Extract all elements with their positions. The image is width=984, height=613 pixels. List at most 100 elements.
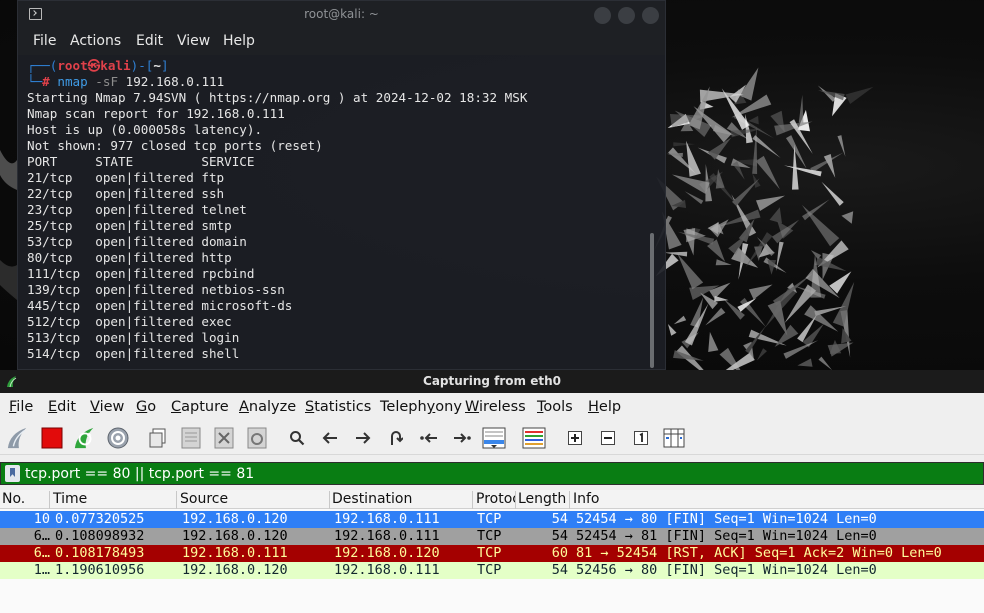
cell-destination: 192.168.0.120 xyxy=(334,545,440,561)
command-name: nmap xyxy=(57,74,88,89)
terminal-menu-help[interactable]: Help xyxy=(223,33,255,49)
colorize-icon[interactable] xyxy=(522,426,546,450)
column-header-info[interactable]: Info xyxy=(571,491,984,509)
terminal-menu-edit[interactable]: Edit xyxy=(136,33,163,49)
maximize-button[interactable] xyxy=(618,7,635,24)
wireshark-toolbar xyxy=(0,421,984,455)
cell-protocol: TCP xyxy=(477,511,502,527)
save-file-icon[interactable] xyxy=(179,426,203,450)
cell-time: 0.077320525 xyxy=(55,511,145,527)
start-capture-fin-icon[interactable] xyxy=(6,426,30,450)
normal-size-icon[interactable] xyxy=(629,426,653,450)
first-packet-icon[interactable] xyxy=(417,426,441,450)
terminal-output[interactable]: ┌──(root㉿kali)-[~] └─# nmap -sF 192.168.0… xyxy=(27,58,647,363)
cell-time: 0.108098932 xyxy=(55,528,145,544)
terminal-titlebar[interactable]: root@kali: ~ xyxy=(18,1,665,29)
prompt-dir: ~ xyxy=(153,58,161,73)
filter-bookmark-icon[interactable] xyxy=(5,465,20,482)
go-forward-arrow-icon[interactable] xyxy=(351,426,375,450)
cell-length: 60 xyxy=(551,545,568,561)
wireshark-window[interactable]: Capturing from eth0 File Edit View Go Ca… xyxy=(0,370,984,613)
wireshark-title: Capturing from eth0 xyxy=(423,374,561,388)
terminal-output-line: PORT STATE SERVICE xyxy=(27,154,255,169)
cell-source: 192.168.0.120 xyxy=(182,528,288,544)
restart-capture-icon[interactable] xyxy=(73,426,97,450)
autoscroll-icon[interactable] xyxy=(482,426,506,450)
terminal-output-line: 514/tcp open|filtered shell xyxy=(27,346,240,361)
cell-protocol: TCP xyxy=(477,528,502,544)
menu-wireless[interactable]: Wireless xyxy=(465,399,526,415)
reload-file-icon[interactable] xyxy=(245,426,269,450)
terminal-output-line: 139/tcp open|filtered netbios-ssn xyxy=(27,282,285,297)
menu-capture[interactable]: Capture xyxy=(171,399,229,415)
terminal-menu-view[interactable]: View xyxy=(177,33,210,49)
terminal-menu-file[interactable]: File xyxy=(33,33,56,49)
column-header-no[interactable]: No. xyxy=(0,491,50,509)
cell-source: 192.168.0.120 xyxy=(182,511,288,527)
packet-list[interactable]: No. Time Source Destination Protoc Lengt… xyxy=(0,490,984,613)
menu-telephony[interactable]: Telephyony xyxy=(380,399,462,415)
packet-row[interactable]: 1… 1.190610956 192.168.0.120 192.168.0.111 T… xyxy=(0,562,984,579)
stop-capture-icon[interactable] xyxy=(40,426,64,450)
cell-protocol: TCP xyxy=(477,545,502,561)
column-header-time[interactable]: Time xyxy=(51,491,177,509)
terminal-menu-actions[interactable]: Actions xyxy=(70,33,121,49)
terminal-menubar: File Actions Edit View Help xyxy=(18,29,665,55)
display-filter-input[interactable] xyxy=(25,463,965,484)
menu-help[interactable]: Help xyxy=(588,399,621,415)
menu-analyze[interactable]: Analyze xyxy=(239,399,296,415)
minimize-button[interactable] xyxy=(594,7,611,24)
cell-destination: 192.168.0.111 xyxy=(334,528,440,544)
cell-no: 6… xyxy=(33,528,50,544)
column-header-length[interactable]: Length xyxy=(516,491,570,509)
open-file-icon[interactable] xyxy=(146,426,170,450)
terminal-window[interactable]: root@kali: ~ File Actions Edit View Help… xyxy=(17,0,666,370)
go-to-packet-icon[interactable] xyxy=(384,426,408,450)
find-packet-search-icon[interactable] xyxy=(285,426,309,450)
menu-statistics[interactable]: Statistics xyxy=(305,399,371,415)
display-filter-bar xyxy=(0,462,984,485)
cell-info: 52454 → 81 [FIN] Seq=1 Win=1024 Len=0 xyxy=(576,528,877,544)
terminal-output-line: Host is up (0.000058s latency). xyxy=(27,122,263,137)
command-flag: -sF xyxy=(95,74,119,89)
cell-source: 192.168.0.111 xyxy=(182,545,288,561)
terminal-output-line: 25/tcp open|filtered smtp xyxy=(27,218,232,233)
cell-time: 0.108178493 xyxy=(55,545,145,561)
terminal-output-line: Starting Nmap 7.94SVN ( https://nmap.org… xyxy=(27,90,528,105)
cell-source: 192.168.0.120 xyxy=(182,562,288,578)
terminal-output-line: 111/tcp open|filtered rpcbind xyxy=(27,266,255,281)
menu-edit[interactable]: Edit xyxy=(48,399,76,415)
wireshark-titlebar[interactable]: Capturing from eth0 xyxy=(0,370,984,393)
packet-row[interactable]: 6… 0.108178493 192.168.0.111 192.168.0.120 T… xyxy=(0,545,984,562)
terminal-output-line: 21/tcp open|filtered ftp xyxy=(27,170,225,185)
terminal-output-line: Not shown: 977 closed tcp ports (reset) xyxy=(27,138,323,153)
terminal-title: root@kali: ~ xyxy=(304,7,379,21)
column-header-destination[interactable]: Destination xyxy=(330,491,473,509)
go-back-arrow-icon[interactable] xyxy=(318,426,342,450)
last-packet-icon[interactable] xyxy=(450,426,474,450)
cell-destination: 192.168.0.111 xyxy=(334,511,440,527)
terminal-output-line: 445/tcp open|filtered microsoft-ds xyxy=(27,298,293,313)
terminal-output-line: 513/tcp open|filtered login xyxy=(27,330,240,345)
menu-view[interactable]: View xyxy=(90,399,124,415)
capture-options-gear-icon[interactable] xyxy=(106,426,130,450)
resize-columns-icon[interactable] xyxy=(662,426,686,450)
packet-row[interactable]: 10 0.077320525 192.168.0.120 192.168.0.111 T… xyxy=(0,511,984,528)
column-header-source[interactable]: Source xyxy=(178,491,330,509)
menu-go[interactable]: Go xyxy=(136,399,156,415)
menu-file[interactable]: File xyxy=(9,399,33,415)
zoom-in-icon[interactable] xyxy=(563,426,587,450)
column-header-protocol[interactable]: Protoc xyxy=(474,491,516,509)
close-file-icon[interactable] xyxy=(212,426,236,450)
menu-tools[interactable]: Tools xyxy=(537,399,573,415)
close-button[interactable] xyxy=(642,7,659,24)
zoom-out-icon[interactable] xyxy=(596,426,620,450)
packet-row[interactable]: 6… 0.108098932 192.168.0.120 192.168.0.111 T… xyxy=(0,528,984,545)
wireshark-menubar: File Edit View Go Capture Analyze Statis… xyxy=(0,393,984,421)
cell-destination: 192.168.0.111 xyxy=(334,562,440,578)
terminal-output-line: 23/tcp open|filtered telnet xyxy=(27,202,247,217)
terminal-scrollbar[interactable] xyxy=(650,233,654,368)
cell-length: 54 xyxy=(551,511,568,527)
prompt-line-top: ┌──(root㉿kali)-[~] xyxy=(27,58,169,73)
cell-info: 52456 → 80 [FIN] Seq=1 Win=1024 Len=0 xyxy=(576,562,877,578)
